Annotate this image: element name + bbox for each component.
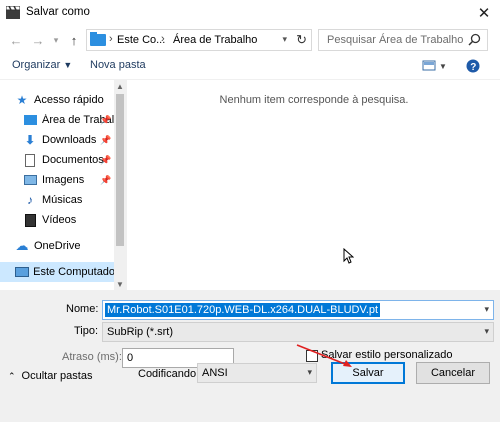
view-icon[interactable]: ▼: [422, 59, 450, 73]
arrow-left-icon: ←: [9, 32, 23, 48]
sidebar-item-this-pc[interactable]: Este Computador: [0, 262, 114, 282]
search-input[interactable]: Pesquisar Área de Trabalho: [327, 34, 463, 46]
delay-value: 0: [127, 352, 134, 364]
breadcrumb-computer[interactable]: Este Co...: [117, 34, 165, 46]
custom-style-checkbox[interactable]: [306, 350, 318, 362]
arrow-right-icon: →: [31, 32, 45, 48]
breadcrumb-desktop[interactable]: Área de Trabalho: [173, 34, 257, 46]
organize-button[interactable]: Organizar ▼: [12, 59, 72, 71]
computer-icon: [14, 264, 29, 280]
file-type-select[interactable]: SubRip (*.srt) ▾: [102, 322, 494, 342]
help-icon[interactable]: ?: [466, 59, 480, 73]
hide-folders-label: Ocultar pastas: [21, 370, 93, 382]
sidebar-item-music[interactable]: ♪ Músicas: [22, 190, 114, 210]
sidebar-item-label: OneDrive: [34, 240, 81, 252]
music-icon: ♪: [27, 193, 33, 207]
close-icon: ✕: [477, 5, 491, 22]
sidebar-item-label: Vídeos: [42, 214, 77, 226]
sidebar-item-label: Imagens: [42, 174, 85, 186]
pin-icon: 📌: [100, 115, 112, 125]
search-box[interactable]: Pesquisar Área de Trabalho: [318, 29, 488, 51]
star-icon: ★: [16, 93, 28, 107]
recent-locations-button[interactable]: ▾: [46, 30, 66, 50]
document-icon: [22, 152, 38, 168]
pin-icon: 📌: [100, 175, 112, 185]
chevron-down-icon: ▾: [484, 326, 489, 336]
chevron-down-icon[interactable]: ▾: [484, 304, 489, 315]
scroll-up-icon[interactable]: ▲: [114, 80, 126, 92]
folder-icon: [90, 32, 106, 46]
search-icon: [468, 33, 481, 46]
sidebar-item-label: Documentos: [42, 154, 104, 166]
up-button[interactable]: ↑: [64, 30, 84, 50]
video-icon: [22, 212, 38, 228]
breadcrumb-separator-icon: ›: [109, 33, 113, 45]
chevron-down-icon[interactable]: ▾: [282, 34, 287, 45]
type-label: Tipo:: [74, 325, 99, 337]
sidebar-item-label: Músicas: [42, 194, 83, 206]
empty-message: Nenhum item corresponde à pesquisa.: [219, 94, 409, 106]
sidebar-item-videos[interactable]: Vídeos: [22, 210, 114, 230]
file-name-value[interactable]: Mr.Robot.S01E01.720p.WEB-DL.x264.DUAL-BL…: [105, 303, 381, 317]
refresh-icon[interactable]: ↻: [296, 32, 307, 48]
pin-icon: 📌: [100, 135, 112, 145]
mouse-cursor-icon: [343, 248, 354, 264]
save-button[interactable]: Salvar: [331, 362, 405, 384]
save-options-panel: Nome: Mr.Robot.S01E01.720p.WEB-DL.x264.D…: [0, 290, 500, 422]
chevron-down-icon: ▾: [307, 367, 312, 377]
new-folder-button[interactable]: Nova pasta: [90, 59, 146, 71]
sidebar-item-label: Downloads: [42, 134, 97, 146]
file-type-value: SubRip (*.srt): [107, 326, 174, 338]
desktop-folder-icon: [22, 112, 38, 128]
clapperboard-icon: [6, 6, 20, 19]
file-list[interactable]: Nenhum item corresponde à pesquisa.: [126, 80, 500, 290]
window-title: Salvar como: [26, 6, 90, 18]
title-bar: Salvar como ✕: [0, 0, 500, 26]
pin-icon: 📌: [100, 155, 112, 165]
svg-text:?: ?: [470, 62, 476, 73]
chevron-down-icon: ▾: [53, 34, 59, 45]
nav-pane-scrollbar[interactable]: ▲ ▼: [114, 80, 126, 290]
chevron-down-icon: ▼: [63, 60, 73, 70]
scrollbar-thumb[interactable]: [116, 94, 124, 246]
encoding-value: ANSI: [202, 367, 228, 379]
hide-folders-button[interactable]: ⌃ Ocultar pastas: [8, 370, 92, 382]
arrow-up-icon: ↑: [70, 32, 78, 48]
sidebar-item-quick-access[interactable]: ★ Acesso rápido: [14, 90, 128, 110]
file-name-field[interactable]: Mr.Robot.S01E01.720p.WEB-DL.x264.DUAL-BL…: [102, 300, 494, 320]
navigation-pane: ★ Acesso rápido Área de Trabalho 📌 ⬇ Dow…: [0, 80, 126, 290]
sidebar-item-onedrive[interactable]: ☁ OneDrive: [14, 236, 128, 256]
forward-button[interactable]: →: [28, 30, 48, 50]
download-icon: ⬇: [24, 133, 36, 147]
address-bar[interactable]: › Este Co... › Área de Trabalho ▾ ↻: [86, 29, 312, 51]
command-bar: Organizar ▼ Nova pasta ▼ ?: [0, 54, 500, 80]
encoding-select[interactable]: ANSI ▾: [197, 363, 317, 383]
breadcrumb-separator-icon: ›: [161, 33, 165, 45]
close-button[interactable]: ✕: [468, 0, 500, 26]
delay-label: Atraso (ms):: [62, 351, 122, 363]
organize-label: Organizar: [12, 59, 61, 71]
sidebar-item-label: Acesso rápido: [34, 94, 104, 106]
back-button[interactable]: ←: [6, 30, 26, 50]
name-label: Nome:: [66, 303, 99, 315]
sidebar-item-label: Este Computador: [33, 266, 114, 278]
chevron-up-icon: ⌃: [8, 370, 16, 381]
encoding-label: Codificando:: [138, 368, 200, 380]
cancel-button[interactable]: Cancelar: [416, 362, 490, 384]
image-icon: [22, 172, 38, 188]
scroll-down-icon[interactable]: ▼: [114, 278, 126, 290]
navigation-bar: ← → ▾ ↑ › Este Co... › Área de Trabalho …: [0, 26, 500, 54]
svg-text:▼: ▼: [439, 62, 447, 71]
cloud-icon: ☁: [15, 238, 29, 253]
custom-style-label[interactable]: Salvar estilo personalizado: [321, 349, 452, 361]
